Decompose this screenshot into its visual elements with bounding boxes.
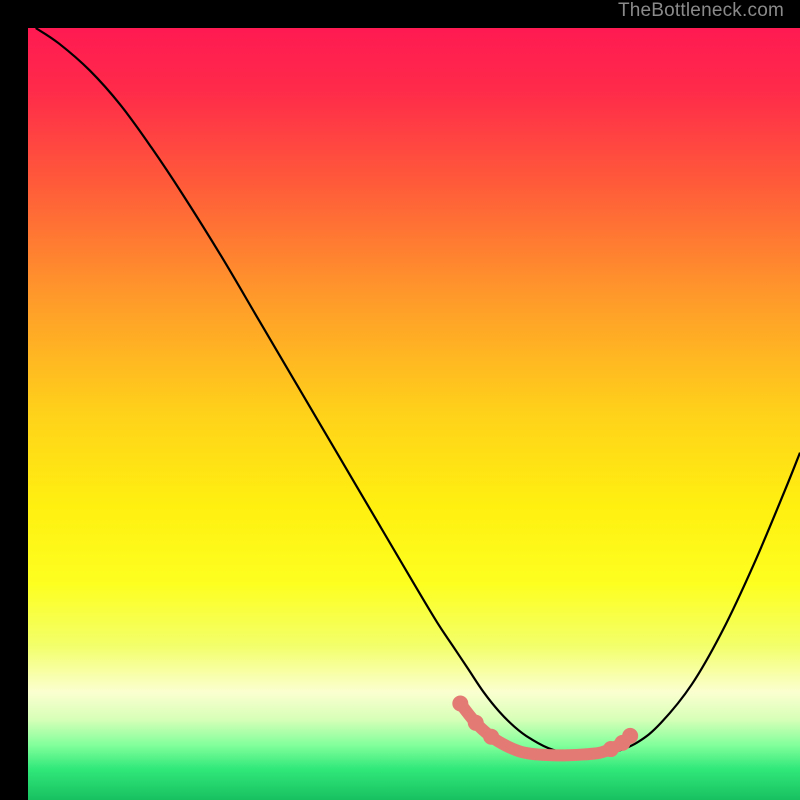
bottleneck-chart <box>28 28 800 800</box>
chart-background <box>28 28 800 800</box>
optimal-range-marker <box>483 729 499 745</box>
watermark-text: TheBottleneck.com <box>618 0 784 22</box>
optimal-range-marker <box>622 728 638 744</box>
optimal-range-marker <box>452 696 468 712</box>
chart-frame <box>14 14 786 786</box>
optimal-range-marker <box>468 715 484 731</box>
